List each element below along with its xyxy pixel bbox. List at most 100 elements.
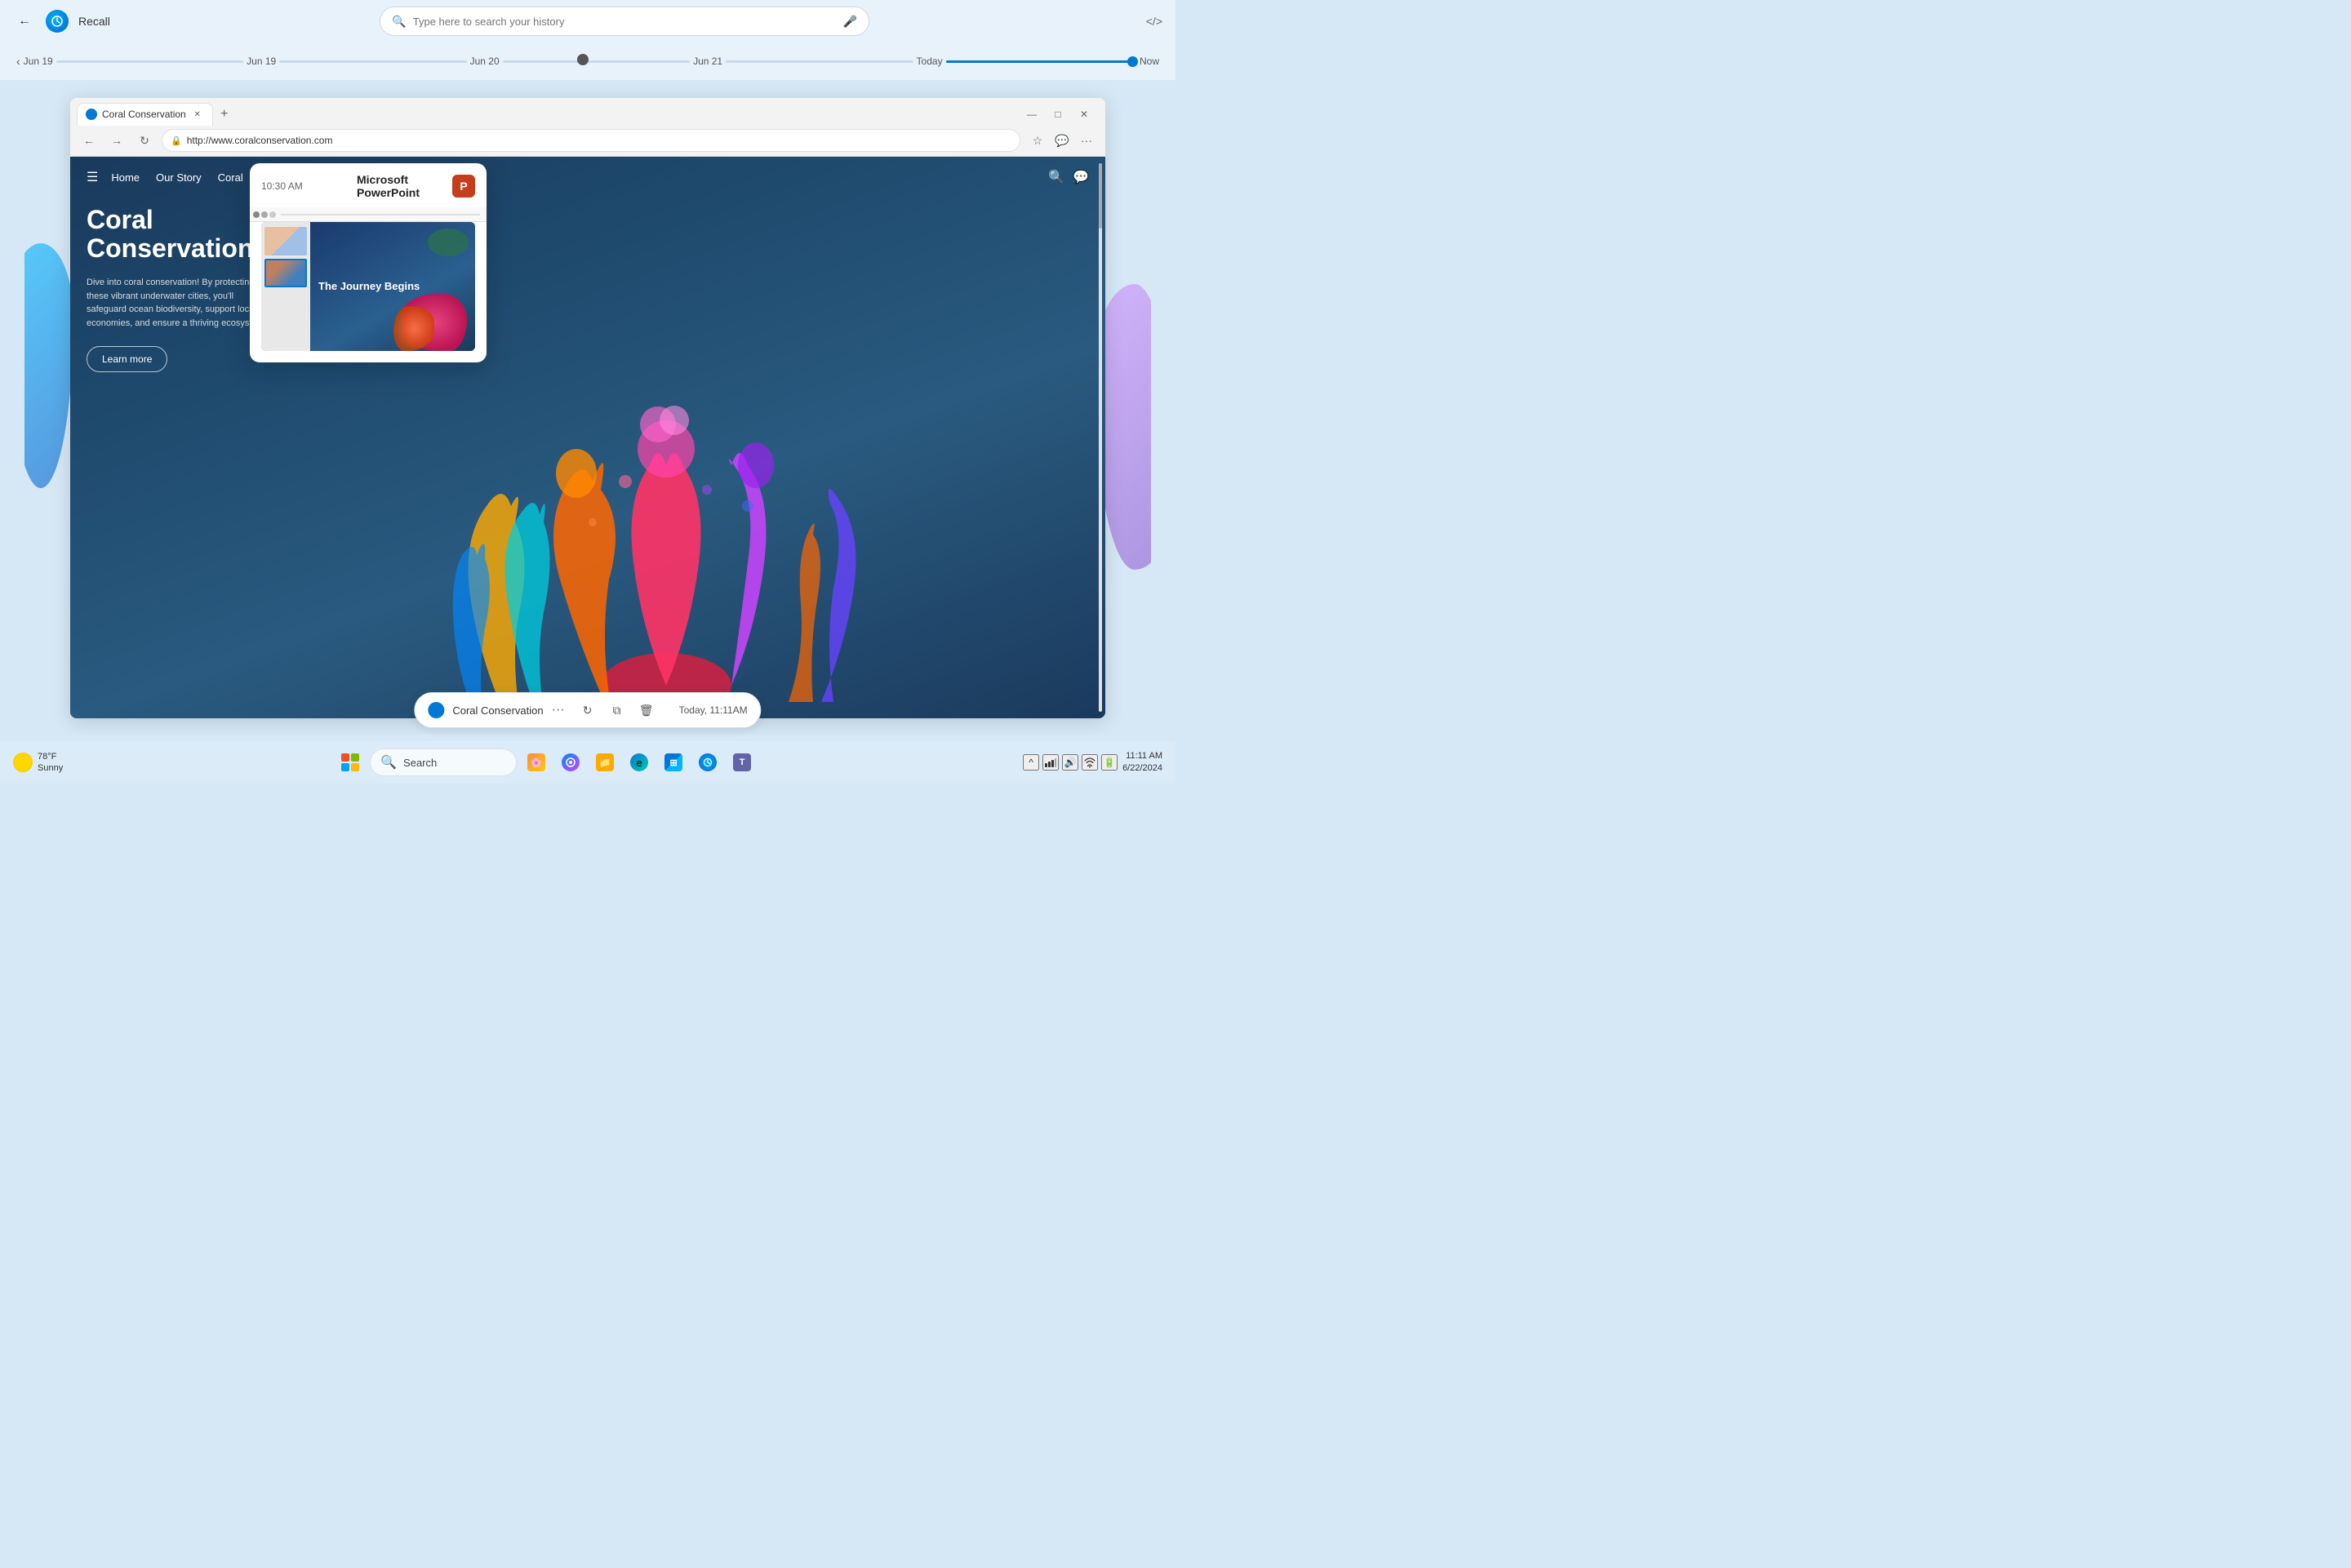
window-minimize-button[interactable]: — xyxy=(1020,103,1043,126)
browser-feedback-button[interactable]: 💬 xyxy=(1051,130,1073,151)
snapshot-delete-button[interactable]: 🗑 xyxy=(635,699,658,722)
new-tab-button[interactable]: + xyxy=(213,103,236,126)
timeline-track-1[interactable] xyxy=(56,60,243,63)
timeline-label-jun21: Jun 21 xyxy=(693,56,722,67)
taskbar-edge-button[interactable]: e xyxy=(624,748,654,777)
win-logo-q2 xyxy=(351,753,359,762)
ppt-tool-dot-2 xyxy=(261,211,268,218)
website-nav-actions: 🔍 💬 xyxy=(1048,169,1089,185)
timeline-label-jun19-start: Jun 19 xyxy=(24,56,53,67)
ppt-tool-dot-1 xyxy=(253,211,260,218)
browser-refresh-button[interactable]: ↻ xyxy=(134,130,155,151)
ppt-toolbar-divider xyxy=(281,214,480,215)
taskbar-clock[interactable]: 11:11 AM 6/22/2024 xyxy=(1122,750,1162,775)
browser-back-button[interactable]: ← xyxy=(78,130,100,151)
timeline-label-today: Today xyxy=(917,56,943,67)
taskbar-center: 🔍 Search 🌸 📁 e ⊞ T xyxy=(69,748,1023,777)
nav-link-home[interactable]: Home xyxy=(111,171,140,184)
windows-start-button[interactable] xyxy=(336,748,365,777)
win-logo-q1 xyxy=(341,753,349,762)
ppt-app-title: Microsoft PowerPoint xyxy=(357,173,444,199)
taskbar-file-explorer-button[interactable]: 📁 xyxy=(590,748,620,777)
weather-sun-icon xyxy=(13,753,33,772)
website-content: ☰ Home Our Story Coral 🔍 💬 Coral Conserv… xyxy=(70,157,1105,718)
nav-link-our-story[interactable]: Our Story xyxy=(156,171,202,184)
browser-nav-actions: ☆ 💬 ··· xyxy=(1027,130,1097,151)
timeline-label-now: Now xyxy=(1140,56,1159,67)
ppt-popup-header: 10:30 AM Microsoft PowerPoint P xyxy=(250,163,487,207)
tab-close-button[interactable]: ✕ xyxy=(191,108,204,121)
timeline-track-3[interactable] xyxy=(503,60,690,63)
recall-taskbar-icon xyxy=(699,753,717,771)
edge-icon: e xyxy=(630,753,648,771)
powerpoint-popup: 10:30 AM Microsoft PowerPoint P xyxy=(250,163,487,362)
taskbar-search-bar[interactable]: 🔍 Search xyxy=(370,748,517,776)
taskbar-right: ^ 🔊 🔋 11:11 AM 6/22/2024 xyxy=(1023,750,1162,775)
website-hero: Coral Conservation Dive into coral conse… xyxy=(87,206,274,372)
recall-search-bar[interactable]: 🔍 🎤 xyxy=(380,7,869,36)
timeline-label-jun20: Jun 20 xyxy=(470,56,500,67)
copilot-icon xyxy=(562,753,580,771)
snapshot-actions: ↻ ⧉ 🗑 xyxy=(576,699,658,722)
timeline-track-4[interactable] xyxy=(726,60,913,63)
timeline-label-jun19: Jun 19 xyxy=(247,56,276,67)
taskbar-teams-button[interactable]: T xyxy=(727,748,757,777)
browser-scrollbar[interactable] xyxy=(1099,163,1102,712)
tray-overflow-button[interactable]: ^ xyxy=(1023,754,1039,771)
side-decoration-left xyxy=(24,243,73,488)
website-nav: ☰ Home Our Story Coral 🔍 💬 xyxy=(70,157,1105,198)
recall-search-input[interactable] xyxy=(413,16,837,28)
browser-address-bar[interactable]: 🔒 http://www.coralconservation.com xyxy=(162,129,1020,152)
search-icon: 🔍 xyxy=(392,15,406,29)
ppt-slide-preview[interactable]: The Journey Begins xyxy=(261,222,475,351)
browser-forward-button[interactable]: → xyxy=(106,130,127,151)
address-security-icon: 🔒 xyxy=(171,135,182,146)
browser-bookmark-button[interactable]: ☆ xyxy=(1027,130,1048,151)
ppt-main-slide: The Journey Begins xyxy=(310,222,475,351)
ppt-slide-text: The Journey Begins xyxy=(318,280,420,293)
taskbar-store-button[interactable]: ⊞ xyxy=(659,748,688,777)
taskbar-widgets-button[interactable]: 🌸 xyxy=(522,748,551,777)
snapshot-title: Coral Conservation xyxy=(452,704,543,717)
browser-chrome: Coral Conservation ✕ + — □ ✕ ← → ↻ 🔒 htt… xyxy=(70,98,1105,157)
snapshot-timestamp: Today, 11:11AM xyxy=(679,704,748,716)
window-maximize-button[interactable]: □ xyxy=(1047,103,1069,126)
back-button[interactable]: ← xyxy=(13,10,36,33)
website-learn-more-button[interactable]: Learn more xyxy=(87,346,167,372)
website-chat-button[interactable]: 💬 xyxy=(1073,169,1089,185)
windows-logo-icon xyxy=(341,753,359,771)
taskbar-left: 78°F Sunny xyxy=(13,751,69,775)
snapshot-copy-button[interactable]: ⧉ xyxy=(606,699,629,722)
snapshot-refresh-button[interactable]: ↻ xyxy=(576,699,599,722)
tray-network-icon[interactable] xyxy=(1042,754,1059,771)
tray-wifi-icon[interactable] xyxy=(1082,754,1098,771)
taskbar-recall-button[interactable] xyxy=(693,748,722,777)
system-tray: ^ 🔊 🔋 xyxy=(1023,754,1118,771)
code-button[interactable]: </> xyxy=(1146,15,1162,28)
weather-info: 78°F Sunny xyxy=(38,751,63,775)
taskbar-weather: 78°F Sunny xyxy=(13,751,63,775)
nav-link-coral[interactable]: Coral xyxy=(218,171,243,184)
win-logo-q4 xyxy=(351,763,359,771)
window-close-button[interactable]: ✕ xyxy=(1073,103,1096,126)
browser-more-button[interactable]: ··· xyxy=(1076,130,1097,151)
ppt-slide-thumb-1[interactable] xyxy=(264,227,307,255)
taskbar-search-label: Search xyxy=(403,757,437,769)
main-content-area: Coral Conservation ✕ + — □ ✕ ← → ↻ 🔒 htt… xyxy=(24,80,1151,735)
website-search-button[interactable]: 🔍 xyxy=(1048,169,1064,185)
taskbar-copilot-button[interactable] xyxy=(556,748,585,777)
timeline-prev-button[interactable]: ‹ xyxy=(16,55,20,68)
tray-volume-icon[interactable]: 🔊 xyxy=(1062,754,1078,771)
snapshot-more-button[interactable]: ··· xyxy=(552,703,565,717)
taskbar: 78°F Sunny 🔍 Search 🌸 xyxy=(0,741,1176,784)
timeline-track-2[interactable] xyxy=(279,60,466,63)
timeline-track-today[interactable] xyxy=(946,60,1133,63)
microphone-button[interactable]: 🎤 xyxy=(843,15,857,29)
weather-temp: 78°F xyxy=(38,751,63,762)
website-menu-button[interactable]: ☰ xyxy=(87,169,98,185)
tray-battery-icon[interactable]: 🔋 xyxy=(1101,754,1118,771)
browser-tab-active[interactable]: Coral Conservation ✕ xyxy=(77,103,213,126)
store-icon: ⊞ xyxy=(664,753,682,771)
website-nav-links: Home Our Story Coral xyxy=(111,171,242,184)
ppt-slide-thumb-2[interactable] xyxy=(264,259,307,287)
